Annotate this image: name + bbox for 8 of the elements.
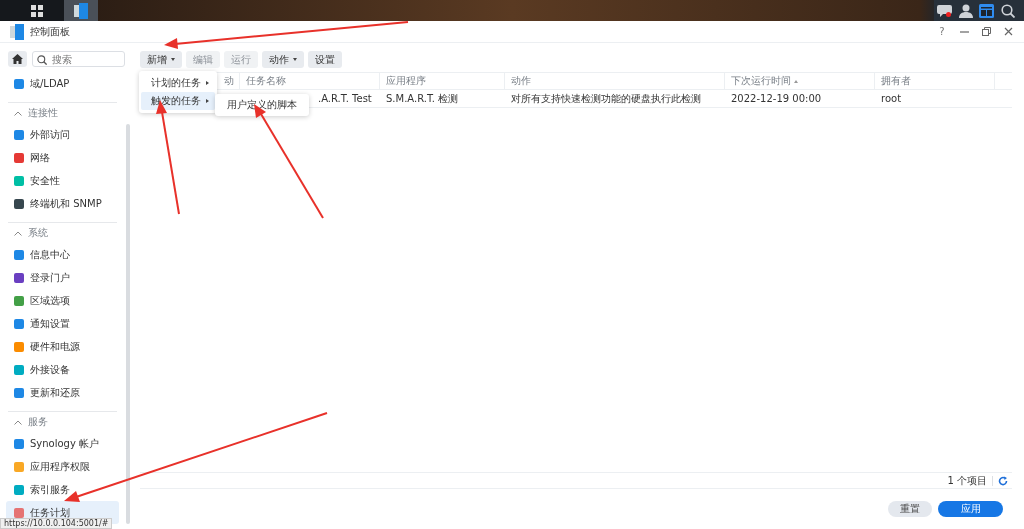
table-cell: 2022-12-19 00:00: [731, 93, 822, 104]
table-cell: 对所有支持快速检测功能的硬盘执行此检测: [511, 91, 701, 106]
table-cell: root: [881, 93, 902, 104]
item-count: 1 个项目: [947, 473, 987, 488]
window-title: 控制面板: [30, 24, 70, 39]
url-tooltip: https://10.0.0.104:5001/#: [0, 518, 113, 529]
table-cell: S.M.A.R.T. 检测: [386, 91, 459, 106]
table-cell: .A.R.T. Test: [318, 93, 372, 104]
